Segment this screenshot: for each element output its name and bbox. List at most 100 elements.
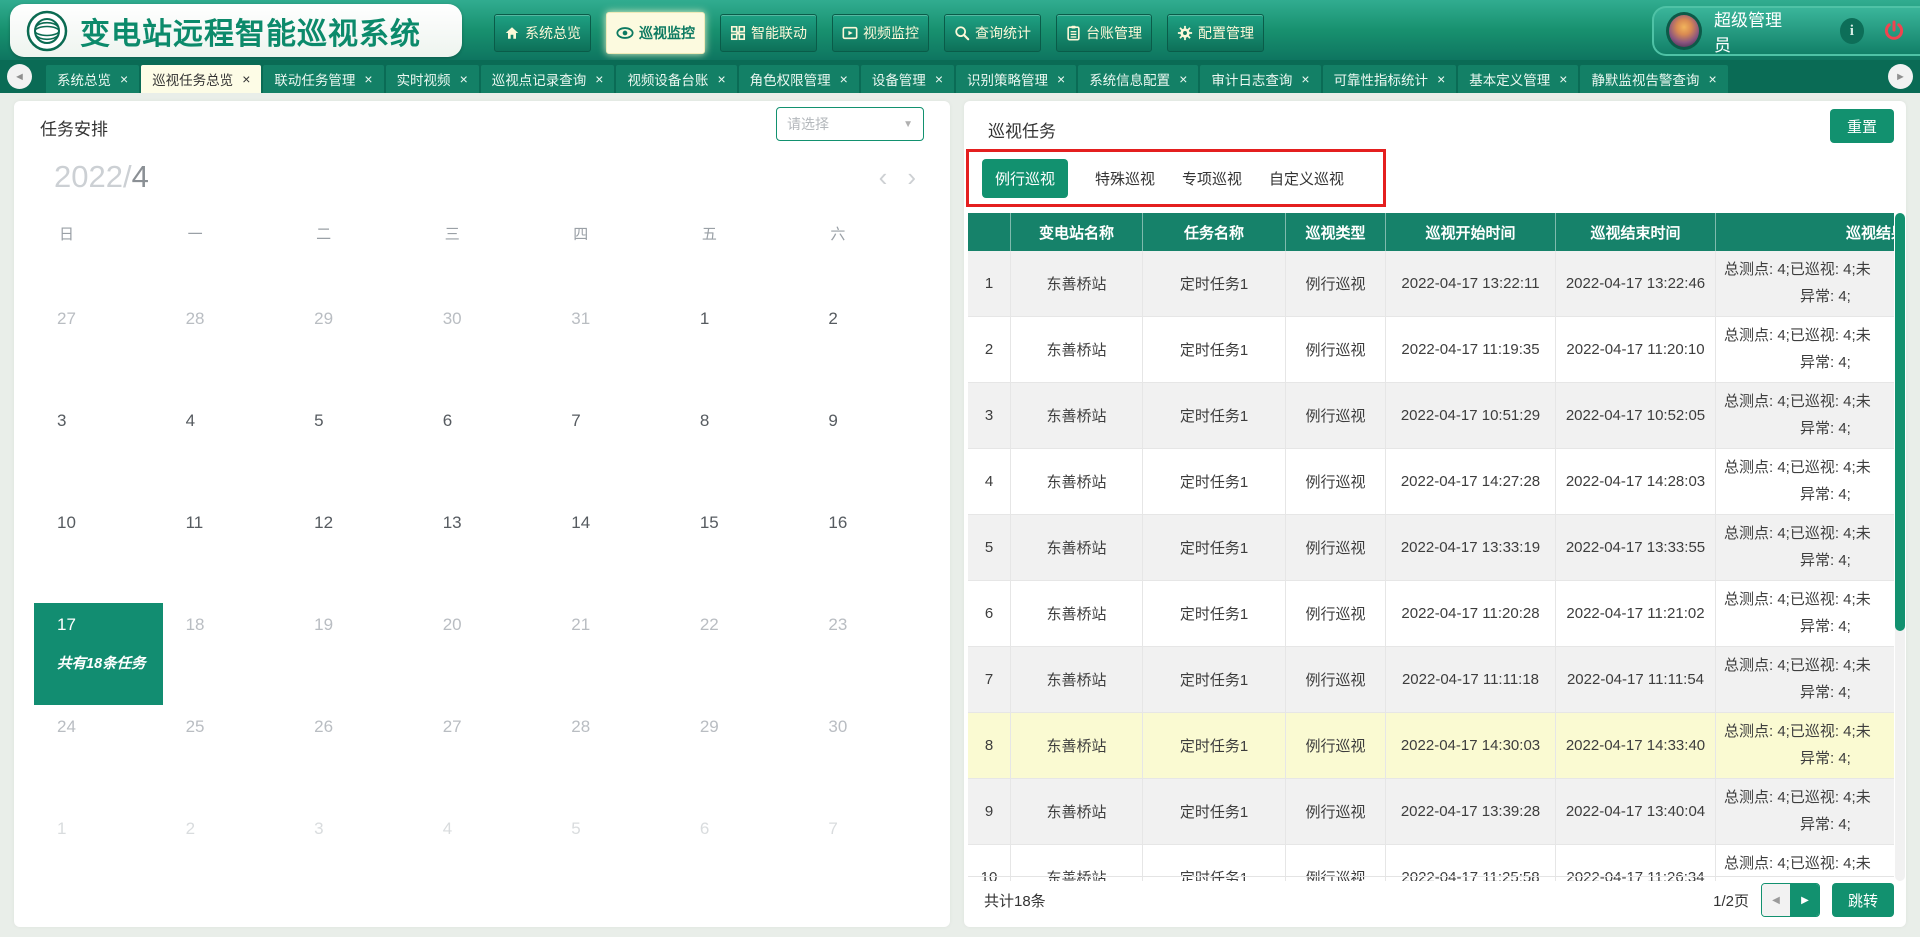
- calendar-day[interactable]: 7: [548, 399, 677, 501]
- nav-video-monitor[interactable]: 视频监控: [832, 14, 929, 52]
- calendar-day[interactable]: 31: [548, 297, 677, 399]
- next-page-icon[interactable]: ▶: [1791, 884, 1819, 916]
- calendar-day[interactable]: 14: [548, 501, 677, 603]
- calendar-day[interactable]: 28: [163, 297, 292, 399]
- tab[interactable]: 巡视任务总览 ×: [141, 65, 261, 93]
- calendar-day[interactable]: 26: [291, 705, 420, 807]
- tab[interactable]: 系统总览 ×: [46, 65, 139, 93]
- calendar-day[interactable]: 2: [163, 807, 292, 909]
- close-icon[interactable]: ×: [242, 72, 250, 86]
- calendar-day[interactable]: 24: [34, 705, 163, 807]
- jump-button[interactable]: 跳转: [1832, 883, 1894, 917]
- tab[interactable]: 联动任务管理 ×: [263, 65, 383, 93]
- nav-inspection-monitor[interactable]: 巡视监控: [606, 12, 705, 54]
- close-icon[interactable]: ×: [1057, 72, 1065, 86]
- calendar-day[interactable]: 25: [163, 705, 292, 807]
- table-row[interactable]: 8 东善桥站 定时任务1 例行巡视 2022-04-17 14:30:03 20…: [968, 713, 1894, 779]
- tab[interactable]: 可靠性指标统计 ×: [1323, 65, 1457, 93]
- calendar-day[interactable]: 11: [163, 501, 292, 603]
- calendar-day[interactable]: 23: [805, 603, 934, 705]
- calendar-day[interactable]: 2: [805, 297, 934, 399]
- calendar-day[interactable]: 29: [291, 297, 420, 399]
- prev-month-icon[interactable]: ‹: [879, 164, 888, 190]
- calendar-day[interactable]: 4: [163, 399, 292, 501]
- table-row[interactable]: 3 东善桥站 定时任务1 例行巡视 2022-04-17 10:51:29 20…: [968, 383, 1894, 449]
- info-icon[interactable]: i: [1840, 18, 1864, 44]
- calendar-day[interactable]: 30: [420, 297, 549, 399]
- table-row[interactable]: 7 东善桥站 定时任务1 例行巡视 2022-04-17 11:11:18 20…: [968, 647, 1894, 713]
- tab[interactable]: 设备管理 ×: [861, 65, 954, 93]
- nav-ledger-mgmt[interactable]: 台账管理: [1056, 14, 1152, 52]
- tab[interactable]: 系统信息配置 ×: [1078, 65, 1198, 93]
- reset-button[interactable]: 重置: [1830, 109, 1894, 143]
- tab-scroll-right-icon[interactable]: ►: [1888, 64, 1913, 89]
- calendar-day[interactable]: 5: [291, 399, 420, 501]
- calendar-day[interactable]: 20: [420, 603, 549, 705]
- close-icon[interactable]: ×: [1559, 72, 1567, 86]
- filter-tab[interactable]: 特殊巡视: [1095, 168, 1155, 189]
- next-month-icon[interactable]: ›: [907, 164, 916, 190]
- filter-tab[interactable]: 自定义巡视: [1269, 168, 1344, 189]
- table-row[interactable]: 9 东善桥站 定时任务1 例行巡视 2022-04-17 13:39:28 20…: [968, 779, 1894, 845]
- calendar-day[interactable]: 21: [548, 603, 677, 705]
- table-row[interactable]: 5 东善桥站 定时任务1 例行巡视 2022-04-17 13:33:19 20…: [968, 515, 1894, 581]
- tab[interactable]: 实时视频 ×: [386, 65, 479, 93]
- calendar-day[interactable]: 18: [163, 603, 292, 705]
- calendar-day[interactable]: 29: [677, 705, 806, 807]
- calendar-day[interactable]: 1: [677, 297, 806, 399]
- power-icon[interactable]: [1882, 19, 1906, 43]
- close-icon[interactable]: ×: [1708, 72, 1716, 86]
- tab[interactable]: 角色权限管理 ×: [739, 65, 859, 93]
- close-icon[interactable]: ×: [935, 72, 943, 86]
- calendar-day[interactable]: 13: [420, 501, 549, 603]
- close-icon[interactable]: ×: [1179, 72, 1187, 86]
- calendar-day[interactable]: 8: [677, 399, 806, 501]
- calendar-day[interactable]: 19: [291, 603, 420, 705]
- station-select[interactable]: 请选择 ▼: [776, 107, 924, 141]
- close-icon[interactable]: ×: [717, 72, 725, 86]
- nav-config-mgmt[interactable]: 配置管理: [1167, 14, 1264, 52]
- tab-scroll-left-icon[interactable]: ◄: [7, 64, 32, 89]
- filter-tab[interactable]: 例行巡视: [982, 159, 1068, 198]
- calendar-day[interactable]: 15: [677, 501, 806, 603]
- calendar-day[interactable]: 28: [548, 705, 677, 807]
- calendar-day[interactable]: 27: [34, 297, 163, 399]
- calendar-day[interactable]: 5: [548, 807, 677, 909]
- calendar-day[interactable]: 7: [805, 807, 934, 909]
- calendar-day[interactable]: 9: [805, 399, 934, 501]
- calendar-day[interactable]: 30: [805, 705, 934, 807]
- prev-page-icon[interactable]: ◀: [1762, 884, 1791, 916]
- tab[interactable]: 审计日志查询 ×: [1200, 65, 1320, 93]
- close-icon[interactable]: ×: [460, 72, 468, 86]
- nav-smart-linkage[interactable]: 智能联动: [720, 14, 817, 52]
- close-icon[interactable]: ×: [1301, 72, 1309, 86]
- calendar-day[interactable]: 10: [34, 501, 163, 603]
- close-icon[interactable]: ×: [120, 72, 128, 86]
- calendar-day[interactable]: 27: [420, 705, 549, 807]
- table-scrollbar-thumb[interactable]: [1895, 213, 1905, 631]
- calendar-day[interactable]: 4: [420, 807, 549, 909]
- calendar-day[interactable]: 22: [677, 603, 806, 705]
- close-icon[interactable]: ×: [595, 72, 603, 86]
- calendar-day[interactable]: 6: [677, 807, 806, 909]
- tab[interactable]: 视频设备台账 ×: [616, 65, 736, 93]
- calendar-day[interactable]: 1: [34, 807, 163, 909]
- table-row[interactable]: 2 东善桥站 定时任务1 例行巡视 2022-04-17 11:19:35 20…: [968, 317, 1894, 383]
- close-icon[interactable]: ×: [364, 72, 372, 86]
- calendar-day[interactable]: 3: [34, 399, 163, 501]
- tab[interactable]: 基本定义管理 ×: [1458, 65, 1578, 93]
- calendar-day[interactable]: 16: [805, 501, 934, 603]
- calendar-day[interactable]: 17 共有18条任务: [34, 603, 163, 705]
- nav-query-stats[interactable]: 查询统计: [944, 14, 1041, 52]
- tab[interactable]: 静默监视告警查询 ×: [1580, 65, 1727, 93]
- calendar-day[interactable]: 3: [291, 807, 420, 909]
- calendar-day[interactable]: 6: [420, 399, 549, 501]
- table-row[interactable]: 1 东善桥站 定时任务1 例行巡视 2022-04-17 13:22:11 20…: [968, 251, 1894, 317]
- table-row[interactable]: 4 东善桥站 定时任务1 例行巡视 2022-04-17 14:27:28 20…: [968, 449, 1894, 515]
- close-icon[interactable]: ×: [1437, 72, 1445, 86]
- tab[interactable]: 识别策略管理 ×: [956, 65, 1076, 93]
- calendar-day[interactable]: 12: [291, 501, 420, 603]
- tab[interactable]: 巡视点记录查询 ×: [481, 65, 615, 93]
- filter-tab[interactable]: 专项巡视: [1182, 168, 1242, 189]
- nav-system-overview[interactable]: 系统总览: [494, 14, 591, 52]
